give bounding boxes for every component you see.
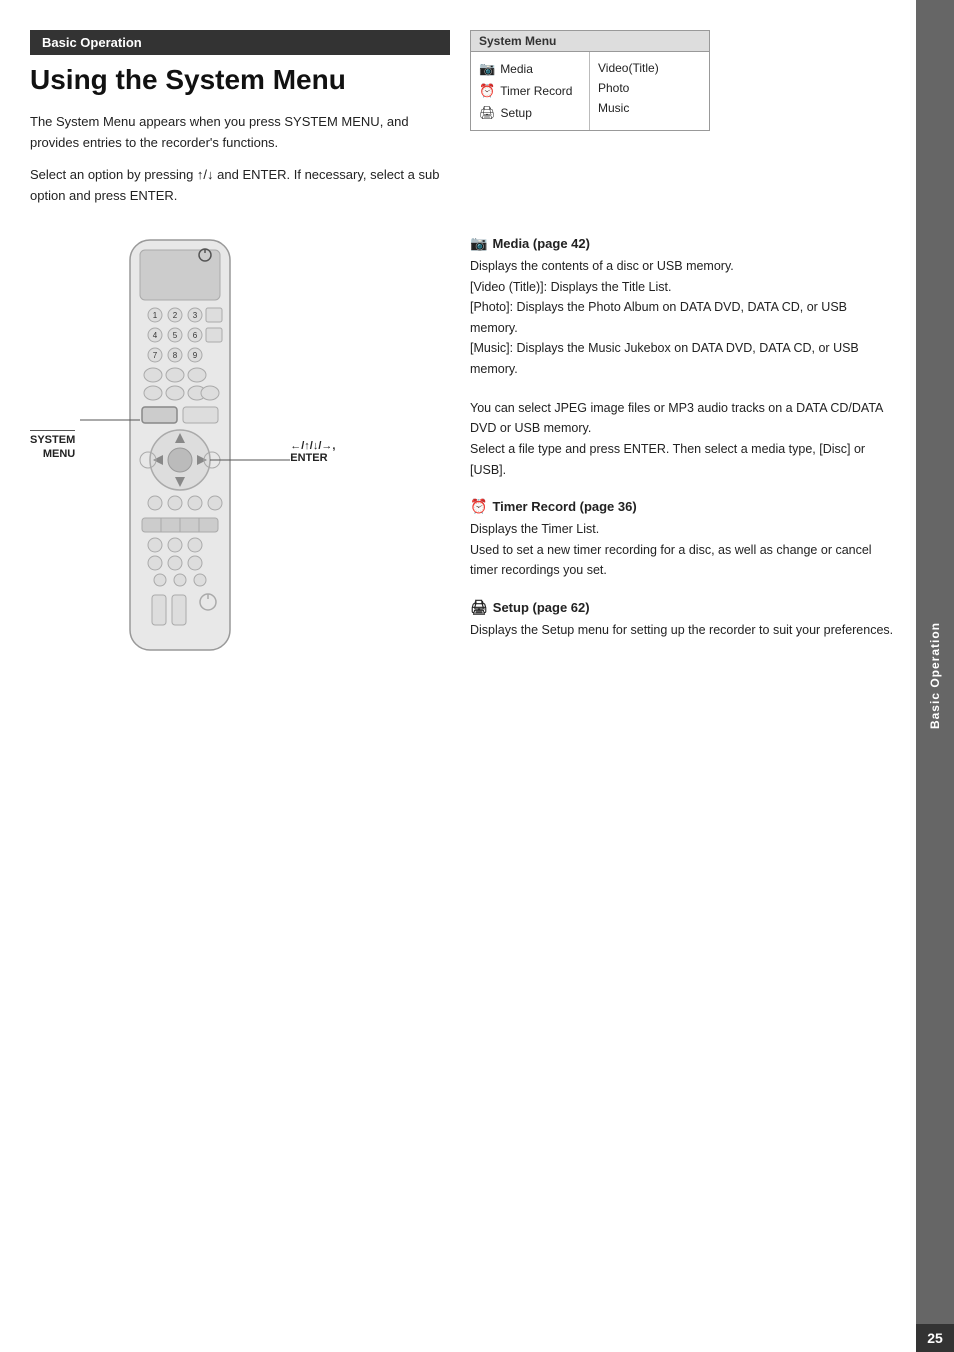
- desc-timer-icon: ⏰: [470, 498, 487, 515]
- desc-setup-body: Displays the Setup menu for setting up t…: [470, 620, 896, 641]
- intro-paragraph2: Select an option by pressing ↑/↓ and ENT…: [30, 165, 450, 207]
- main-content: Basic Operation Using the System Menu Th…: [0, 0, 916, 1352]
- page-title: Using the System Menu: [30, 65, 450, 96]
- arrow-line: [210, 450, 295, 470]
- sub-item-music: Music: [590, 98, 709, 118]
- right-sidebar: Basic Operation 25: [916, 0, 954, 1352]
- system-menu-label: SYSTEMMENU: [30, 430, 75, 462]
- svg-text:6: 6: [193, 331, 198, 340]
- desc-setup-icon: 🖨: [470, 599, 488, 616]
- page-number: 25: [916, 1324, 954, 1352]
- desc-media: 📷 Media (page 42) Displays the contents …: [470, 235, 896, 380]
- desc-setup-heading: 🖨 Setup (page 62): [470, 599, 896, 616]
- remote-control-svg: 1 2 3 4 5 6: [80, 235, 280, 655]
- system-menu-label-area: SYSTEMMENU: [30, 430, 75, 462]
- system-menu-title: System Menu: [471, 31, 709, 52]
- system-menu-line: [80, 415, 140, 425]
- left-column: Basic Operation Using the System Menu Th…: [30, 30, 450, 219]
- sub-item-photo: Photo: [590, 78, 709, 98]
- menu-item-timer-label: Timer Record: [500, 84, 572, 98]
- desc-setup: 🖨 Setup (page 62) Displays the Setup men…: [470, 599, 896, 641]
- desc-timer-body: Displays the Timer List. Used to set a n…: [470, 519, 896, 581]
- system-menu-left: 📷 Media ⏰ Timer Record 🖨 Setup: [471, 52, 590, 130]
- menu-item-timer: ⏰ Timer Record: [471, 80, 589, 102]
- media-icon: 📷: [479, 61, 495, 77]
- desc-setup-heading-text: Setup (page 62): [493, 600, 590, 615]
- timer-icon: ⏰: [479, 83, 495, 99]
- svg-text:8: 8: [173, 351, 178, 360]
- system-menu-table: System Menu 📷 Media ⏰ Timer Record: [470, 30, 710, 131]
- right-column: System Menu 📷 Media ⏰ Timer Record: [470, 30, 896, 219]
- setup-icon: 🖨: [479, 105, 496, 121]
- remote-with-labels: SYSTEMMENU: [30, 235, 450, 658]
- remote-section: SYSTEMMENU: [30, 235, 450, 659]
- menu-item-media: 📷 Media: [471, 58, 589, 80]
- menu-item-setup-label: Setup: [501, 106, 532, 120]
- svg-text:7: 7: [153, 351, 158, 360]
- sidebar-label: Basic Operation: [928, 622, 942, 729]
- menu-item-setup: 🖨 Setup: [471, 102, 589, 124]
- desc-jpeg-body: You can select JPEG image files or MP3 a…: [470, 398, 896, 481]
- desc-media-heading-text: Media (page 42): [492, 236, 590, 251]
- svg-text:9: 9: [193, 351, 198, 360]
- svg-text:3: 3: [193, 311, 198, 320]
- sub-item-video: Video(Title): [590, 58, 709, 78]
- system-menu-right: Video(Title) Photo Music: [590, 52, 709, 130]
- desc-timer-heading: ⏰ Timer Record (page 36): [470, 498, 896, 515]
- top-section: Basic Operation Using the System Menu Th…: [30, 30, 896, 219]
- desc-timer: ⏰ Timer Record (page 36) Displays the Ti…: [470, 498, 896, 581]
- intro-paragraph1: The System Menu appears when you press S…: [30, 112, 450, 154]
- desc-timer-heading-text: Timer Record (page 36): [492, 499, 636, 514]
- remote-svg-wrapper: 1 2 3 4 5 6: [80, 235, 280, 658]
- system-menu-body: 📷 Media ⏰ Timer Record 🖨 Setup: [471, 52, 709, 130]
- descriptions-section: 📷 Media (page 42) Displays the contents …: [470, 235, 896, 659]
- middle-section: SYSTEMMENU: [30, 235, 896, 659]
- desc-media-icon: 📷: [470, 235, 487, 252]
- svg-text:1: 1: [153, 311, 158, 320]
- svg-text:5: 5: [173, 331, 178, 340]
- svg-text:2: 2: [173, 311, 178, 320]
- svg-text:4: 4: [153, 331, 158, 340]
- page-container: Basic Operation Using the System Menu Th…: [0, 0, 954, 1352]
- enter-arrow-label: ←/↑/↓/→,ENTER: [290, 440, 335, 464]
- section-header: Basic Operation: [30, 30, 450, 55]
- desc-jpeg-mp3: You can select JPEG image files or MP3 a…: [470, 398, 896, 481]
- menu-item-media-label: Media: [500, 62, 533, 76]
- desc-media-body: Displays the contents of a disc or USB m…: [470, 256, 896, 380]
- desc-media-heading: 📷 Media (page 42): [470, 235, 896, 252]
